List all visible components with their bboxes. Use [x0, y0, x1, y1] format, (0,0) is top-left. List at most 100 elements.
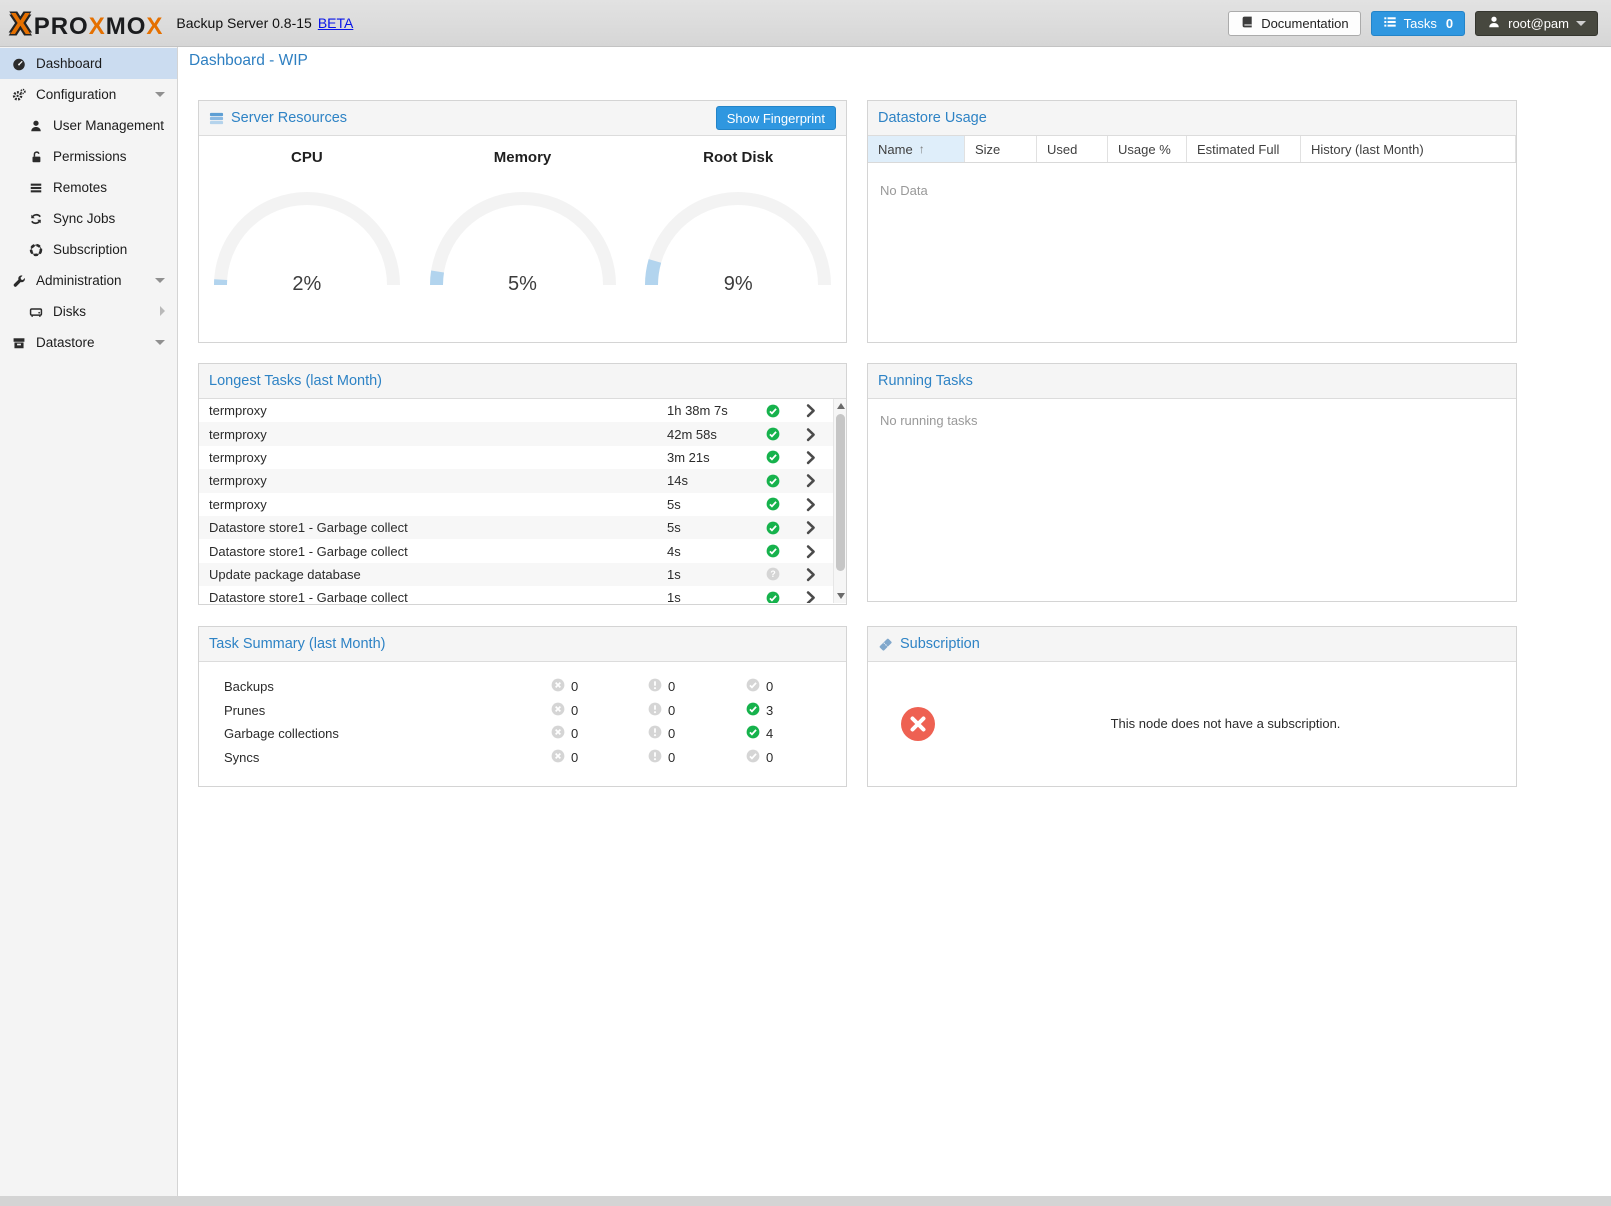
documentation-label: Documentation [1261, 16, 1348, 31]
task-row[interactable]: termproxy 42m 58s [199, 422, 833, 445]
summary-errors: 0 [551, 702, 578, 719]
longest-tasks-header: Longest Tasks (last Month) [199, 364, 846, 399]
question-circle-icon: ? [766, 567, 780, 581]
summary-ok: 0 [746, 749, 773, 766]
column-header-estimated-full[interactable]: Estimated Full [1187, 136, 1301, 162]
task-duration: 1s [667, 590, 681, 603]
proxmox-backup-dashboard: X PROXMOX Backup Server 0.8-15 BETA Docu… [0, 0, 1611, 1206]
sidebar-item-label: Disks [53, 304, 86, 319]
column-header-name[interactable]: Name↑ [868, 136, 965, 162]
tasks-button[interactable]: Tasks 0 [1371, 11, 1465, 36]
task-name: Datastore store1 - Garbage collect [209, 544, 408, 559]
sync-icon [28, 212, 44, 226]
chevron-right-icon[interactable] [803, 473, 818, 488]
sidebar-item-administration[interactable]: Administration [0, 265, 177, 296]
summary-ok: 3 [746, 702, 773, 719]
task-summary-table: Backups 0 0 0Prunes 0 0 3Garbage collect… [199, 662, 846, 769]
sidebar-item-datastore[interactable]: Datastore [0, 327, 177, 358]
task-summary-panel: Task Summary (last Month) Backups 0 0 0P… [198, 626, 847, 787]
sidebar-item-subscription[interactable]: Subscription [0, 234, 177, 265]
sidebar-item-label: User Management [53, 118, 164, 133]
gauge-value: 9% [630, 273, 846, 296]
scrollbar-thumb[interactable] [836, 414, 845, 571]
task-row[interactable]: termproxy 5s [199, 493, 833, 516]
column-header-used[interactable]: Used [1037, 136, 1108, 162]
beta-link[interactable]: BETA [318, 15, 354, 31]
chevron-right-icon[interactable] [803, 590, 818, 603]
user-menu-button[interactable]: root@pam [1475, 11, 1598, 36]
brand-segment: PRO [34, 13, 89, 40]
scroll-up-icon[interactable] [837, 403, 845, 409]
warning-circle-icon [648, 702, 662, 719]
task-row[interactable]: termproxy 14s [199, 469, 833, 492]
task-row[interactable]: termproxy 3m 21s [199, 446, 833, 469]
gauge-memory: Memory 5% [415, 136, 631, 341]
chevron-right-icon[interactable] [803, 520, 818, 535]
sidebar-item-configuration[interactable]: Configuration [0, 79, 177, 110]
task-name: termproxy [209, 403, 267, 418]
disk-icon [28, 305, 44, 319]
check-circle-icon [766, 427, 780, 441]
sidebar-item-user-management[interactable]: User Management [0, 110, 177, 141]
sidebar-item-disks[interactable]: Disks [0, 296, 177, 327]
summary-warnings: 0 [648, 749, 675, 766]
documentation-button[interactable]: Documentation [1228, 11, 1360, 36]
datastore-table-header: Name↑SizeUsed Usage % Estimated Full Histor… [868, 136, 1516, 163]
sidebar-item-remotes[interactable]: Remotes [0, 172, 177, 203]
column-label: Estimated Full [1197, 142, 1279, 157]
caret-down-icon[interactable] [155, 92, 165, 97]
chevron-right-icon[interactable] [803, 544, 818, 559]
caret-down-icon[interactable] [155, 278, 165, 283]
sidebar-item-label: Administration [36, 273, 122, 288]
check-circle-icon [766, 474, 780, 488]
tachometer-icon [11, 57, 27, 71]
topbar-actions: Documentation Tasks 0 root@pam [1228, 11, 1598, 36]
check-circle-icon [746, 678, 760, 695]
subscription-title: Subscription [900, 636, 980, 652]
chevron-right-icon[interactable] [803, 403, 818, 418]
proxmox-logo: X PROXMOX [10, 8, 163, 39]
sidebar-item-label: Configuration [36, 87, 116, 102]
longest-tasks-list: termproxy 1h 38m 7s termproxy 42m 58s te… [199, 399, 833, 603]
task-row[interactable]: Datastore store1 - Garbage collect 4s [199, 539, 833, 562]
sidebar-item-permissions[interactable]: Permissions [0, 141, 177, 172]
column-label: History (last Month) [1311, 142, 1424, 157]
sidebar-nav: Dashboard Configuration User Management … [0, 47, 178, 1196]
check-circle-icon [766, 450, 780, 464]
check-circle-icon [766, 497, 780, 511]
subscription-panel: Subscription This node does not have a s… [867, 626, 1517, 787]
scroll-down-icon[interactable] [837, 593, 845, 599]
chevron-down-icon [1576, 21, 1586, 26]
summary-row-backups: Backups 0 0 0 [199, 675, 846, 699]
task-row[interactable]: Datastore store1 - Garbage collect 5s [199, 516, 833, 539]
gauge-value: 5% [415, 273, 631, 296]
task-name: termproxy [209, 473, 267, 488]
chevron-right-icon[interactable] [803, 567, 818, 582]
task-row[interactable]: Datastore store1 - Garbage collect 1s [199, 586, 833, 603]
summary-warnings: 0 [648, 702, 675, 719]
sidebar-item-dashboard[interactable]: Dashboard [0, 48, 177, 79]
column-header-size[interactable]: Size [965, 136, 1037, 162]
summary-label: Prunes [224, 703, 265, 718]
book-icon [1240, 15, 1254, 32]
chevron-right-icon[interactable] [803, 427, 818, 442]
tasks-scrollbar[interactable] [833, 399, 846, 603]
task-row[interactable]: Update package database 1s ? [199, 563, 833, 586]
sidebar-item-sync-jobs[interactable]: Sync Jobs [0, 203, 177, 234]
show-fingerprint-button[interactable]: Show Fingerprint [716, 106, 836, 130]
gauge-root-disk: Root Disk 9% [630, 136, 846, 341]
datastore-usage-title: Datastore Usage [878, 110, 987, 126]
lifering-icon [28, 243, 44, 257]
chevron-right-icon[interactable] [803, 450, 818, 465]
horizontal-scrollbar-track[interactable] [0, 1196, 1611, 1206]
chevron-right-icon[interactable] [803, 497, 818, 512]
task-row[interactable]: termproxy 1h 38m 7s [199, 399, 833, 422]
caret-down-icon[interactable] [155, 340, 165, 345]
column-header-history-last-month-[interactable]: History (last Month) [1301, 136, 1516, 162]
summary-row-syncs: Syncs 0 0 0 [199, 746, 846, 770]
brand-segment: MO [106, 13, 147, 40]
column-header-usage-[interactable]: Usage % [1108, 136, 1187, 162]
warning-circle-icon [648, 725, 662, 742]
caret-right-icon[interactable] [160, 306, 165, 316]
column-label: Usage % [1118, 142, 1171, 157]
